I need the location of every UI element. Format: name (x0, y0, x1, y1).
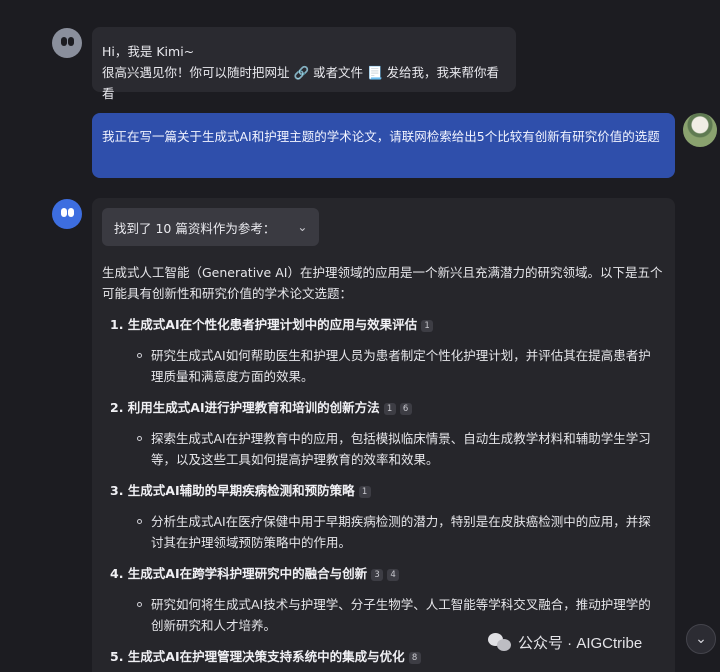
citation-badge[interactable]: 8 (408, 652, 421, 664)
topic-list: 1. 生成式AI在个性化患者护理计划中的应用与效果评估 1 研究生成式AI如何帮助医… (102, 314, 665, 668)
user-avatar[interactable] (683, 113, 717, 147)
scroll-down-icon: ⌄ (695, 631, 707, 647)
citation-badge[interactable]: 1 (383, 403, 396, 415)
topic-title-text: 5. 生成式AI在护理管理决策支持系统中的集成与优化 (110, 649, 405, 664)
references-toggle[interactable]: 找到了 10 篇资料作为参考： ⌄ (102, 208, 320, 246)
topic-item: 4. 生成式AI在跨学科护理研究中的融合与创新 3 4 研究如何将生成式AI技术与护理… (102, 563, 665, 636)
bullet-icon (137, 353, 142, 358)
bullet-icon (137, 436, 142, 441)
scroll-down-button[interactable]: ⌄ (686, 624, 716, 654)
topic-title-text: 2. 利用生成式AI进行护理教育和培训的创新方法 (110, 400, 380, 415)
kimi-avatar-icon (52, 199, 82, 229)
wechat-logo-icon (488, 631, 512, 653)
assistant-answer: 找到了 10 篇资料作为参考： ⌄ 生成式人工智能（Generative AI）… (92, 198, 675, 672)
topic-title: 2. 利用生成式AI进行护理教育和培训的创新方法 1 6 (102, 397, 665, 419)
user-message-text: 我正在写一篇关于生成式AI和护理主题的学术论文，请联网检索给出5个比较有创新有研… (102, 129, 660, 144)
answer-intro: 生成式人工智能（Generative AI）在护理领域的应用是一个新兴且充满潜力… (102, 265, 663, 301)
citation-badge[interactable]: 1 (421, 320, 434, 332)
bullet-icon (137, 602, 142, 607)
watermark-text: 公众号 · AIGCtribe (518, 634, 643, 652)
topic-description-text: 探索生成式AI在护理教育中的应用，包括模拟临床情景、自动生成教学材料和辅助学生学… (151, 431, 651, 467)
citation-badge[interactable]: 4 (387, 569, 400, 581)
topic-description-text: 研究生成式AI如何帮助医生和护理人员为患者制定个性化护理计划，并评估其在提高患者… (151, 348, 651, 384)
topic-title-text: 3. 生成式AI辅助的早期疾病检测和预防策略 (110, 483, 355, 498)
topic-title: 3. 生成式AI辅助的早期疾病检测和预防策略 1 (102, 480, 665, 502)
chevron-down-icon: ⌄ (297, 220, 308, 234)
citation-badge[interactable]: 3 (371, 569, 384, 581)
topic-item: 2. 利用生成式AI进行护理教育和培训的创新方法 1 6 探索生成式AI在护理教育中的… (102, 397, 665, 470)
topic-item: 3. 生成式AI辅助的早期疾病检测和预防策略 1 分析生成式AI在医疗保健中用于早期… (102, 480, 665, 553)
topic-title: 4. 生成式AI在跨学科护理研究中的融合与创新 3 4 (102, 563, 665, 585)
topic-title: 1. 生成式AI在个性化患者护理计划中的应用与效果评估 1 (102, 314, 665, 336)
citation-badge[interactable]: 6 (399, 403, 412, 415)
kimi-avatar-icon (52, 28, 82, 58)
topic-description-text: 分析生成式AI在医疗保健中用于早期疾病检测的潜力，特别是在皮肤癌检测中的应用，并… (151, 514, 651, 550)
topic-item: 1. 生成式AI在个性化患者护理计划中的应用与效果评估 1 研究生成式AI如何帮助医… (102, 314, 665, 387)
citation-badge[interactable]: 1 (358, 486, 371, 498)
topic-description: 研究生成式AI如何帮助医生和护理人员为患者制定个性化护理计划，并评估其在提高患者… (102, 345, 665, 387)
topic-title-text: 4. 生成式AI在跨学科护理研究中的融合与创新 (110, 566, 368, 581)
topic-description: 探索生成式AI在护理教育中的应用，包括模拟临床情景、自动生成教学材料和辅助学生学… (102, 428, 665, 470)
greeting-line-1: Hi，我是 Kimi~ (102, 44, 195, 59)
user-message: 我正在写一篇关于生成式AI和护理主题的学术论文，请联网检索给出5个比较有创新有研… (92, 113, 675, 178)
greeting-message: Hi，我是 Kimi~ 很高兴遇见你！你可以随时把网址 🔗 或者文件 📃 发给我… (92, 27, 516, 101)
topic-description: 分析生成式AI在医疗保健中用于早期疾病检测的潜力，特别是在皮肤癌检测中的应用，并… (102, 511, 665, 553)
greeting-line-2: 很高兴遇见你！你可以随时把网址 🔗 或者文件 📃 发给我，我来帮你看看 (102, 65, 500, 101)
topic-title-text: 1. 生成式AI在个性化患者护理计划中的应用与效果评估 (110, 317, 418, 332)
watermark: 公众号 · AIGCtribe (488, 628, 642, 656)
bullet-icon (137, 519, 142, 524)
references-label: 找到了 10 篇资料作为参考： (114, 220, 276, 236)
